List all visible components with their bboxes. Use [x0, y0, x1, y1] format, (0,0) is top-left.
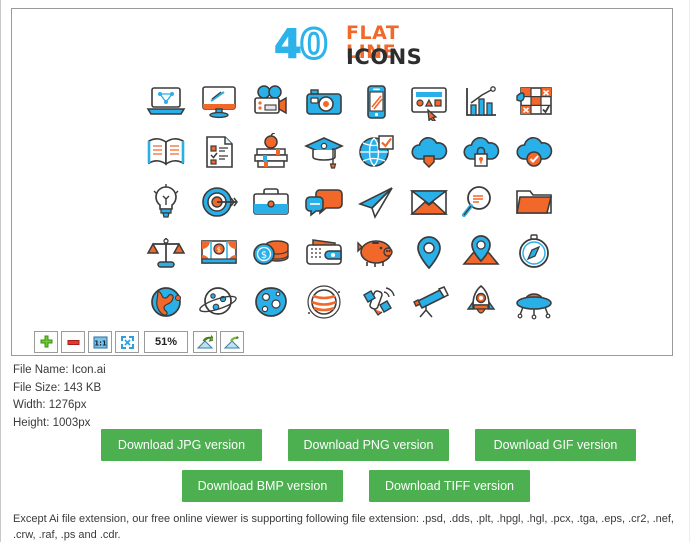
folder-icon	[508, 177, 561, 227]
balance-scales-icon	[140, 227, 193, 277]
rotate-right-icon	[224, 335, 240, 348]
download-tiff-button[interactable]: Download TIFF version	[369, 470, 530, 502]
envelope-mail-icon	[403, 177, 456, 227]
desktop-monitor-icon	[193, 77, 246, 127]
planet-rings-icon	[193, 277, 246, 327]
plus-icon	[40, 335, 52, 347]
compass-icon	[508, 227, 561, 277]
moon-crater-icon	[245, 277, 298, 327]
smartphone-icon	[350, 77, 403, 127]
laptop-design-icon	[140, 77, 193, 127]
rotate-left-icon	[197, 334, 213, 348]
cloud-download-icon	[403, 127, 456, 177]
photo-camera-icon	[298, 77, 351, 127]
map-location-icon	[455, 227, 508, 277]
document-checklist-icon	[193, 127, 246, 177]
download-bmp-button[interactable]: Download BMP version	[182, 470, 343, 502]
paper-plane-icon	[350, 177, 403, 227]
download-gif-button[interactable]: Download GIF version	[475, 429, 636, 461]
actual-size-button[interactable]: 1:1	[88, 331, 112, 353]
web-design-window-icon	[403, 77, 456, 127]
target-arrow-icon	[193, 177, 246, 227]
graduation-cap-icon	[298, 127, 351, 177]
lightbulb-idea-icon	[140, 177, 193, 227]
image-zoom-toolbar[interactable]: 1:1 51%	[34, 331, 244, 353]
rotate-right-button[interactable]	[220, 331, 244, 353]
svg-text:1:1: 1:1	[94, 339, 107, 347]
earth-globe-icon	[140, 277, 193, 327]
icon-showcase-grid: $ $	[140, 77, 560, 327]
file-info-block: File Name: Icon.ai File Size: 143 KB Wid…	[13, 362, 413, 432]
image-preview-panel[interactable]: 40 FLAT LINE ICONS $ $ 1:1 51%	[11, 8, 673, 356]
globe-check-icon	[350, 127, 403, 177]
rotate-left-button[interactable]	[193, 331, 217, 353]
movie-camera-icon	[245, 77, 298, 127]
ufo-icon	[508, 277, 561, 327]
rocket-icon	[455, 277, 508, 327]
minus-icon	[67, 339, 79, 345]
zoom-out-button[interactable]	[61, 331, 85, 353]
download-jpg-button[interactable]: Download JPG version	[101, 429, 262, 461]
briefcase-icon	[245, 177, 298, 227]
jupiter-planet-icon	[298, 277, 351, 327]
file-width-text: Width: 1276px	[13, 399, 87, 411]
telescope-icon	[403, 277, 456, 327]
download-png-button[interactable]: Download PNG version	[288, 429, 449, 461]
logo-icons-text: ICONS	[346, 45, 423, 69]
cloud-lock-icon	[455, 127, 508, 177]
svg-text:$: $	[261, 250, 267, 261]
logo-number: 40	[274, 22, 330, 68]
zoom-in-button[interactable]	[34, 331, 58, 353]
svg-text:$: $	[217, 246, 221, 254]
banknote-icon: $	[193, 227, 246, 277]
fit-screen-icon	[120, 335, 134, 349]
file-size-text: File Size: 143 KB	[13, 381, 102, 394]
viewer-page: 40 FLAT LINE ICONS $ $ 1:1 51% File Name…	[0, 0, 690, 542]
file-name-text: File Name: Icon.ai	[13, 364, 106, 376]
satellite-icon	[350, 277, 403, 327]
checklist-grid-icon	[508, 77, 561, 127]
wallet-card-icon	[298, 227, 351, 277]
map-pin-icon	[403, 227, 456, 277]
one-to-one-icon: 1:1	[93, 336, 107, 348]
flat-line-icons-logo: 40 FLAT LINE ICONS	[274, 23, 444, 69]
zoom-level-value[interactable]: 51%	[144, 331, 188, 353]
download-buttons-row-1: Download JPG version Download PNG versio…	[101, 429, 636, 461]
books-apple-icon	[245, 127, 298, 177]
piggy-bank-icon	[350, 227, 403, 277]
preview-artboard: 40 FLAT LINE ICONS $ $	[12, 9, 672, 327]
open-book-icon	[140, 127, 193, 177]
fit-to-screen-button[interactable]	[115, 331, 139, 353]
cloud-check-icon	[508, 127, 561, 177]
supported-extensions-note: Except Ai file extension, our free onlin…	[13, 513, 674, 541]
magnifier-search-icon	[455, 177, 508, 227]
chat-bubbles-icon	[298, 177, 351, 227]
coins-stack-icon: $	[245, 227, 298, 277]
bar-chart-growth-icon	[455, 77, 508, 127]
download-buttons-row-2: Download BMP version Download TIFF versi…	[182, 470, 530, 502]
